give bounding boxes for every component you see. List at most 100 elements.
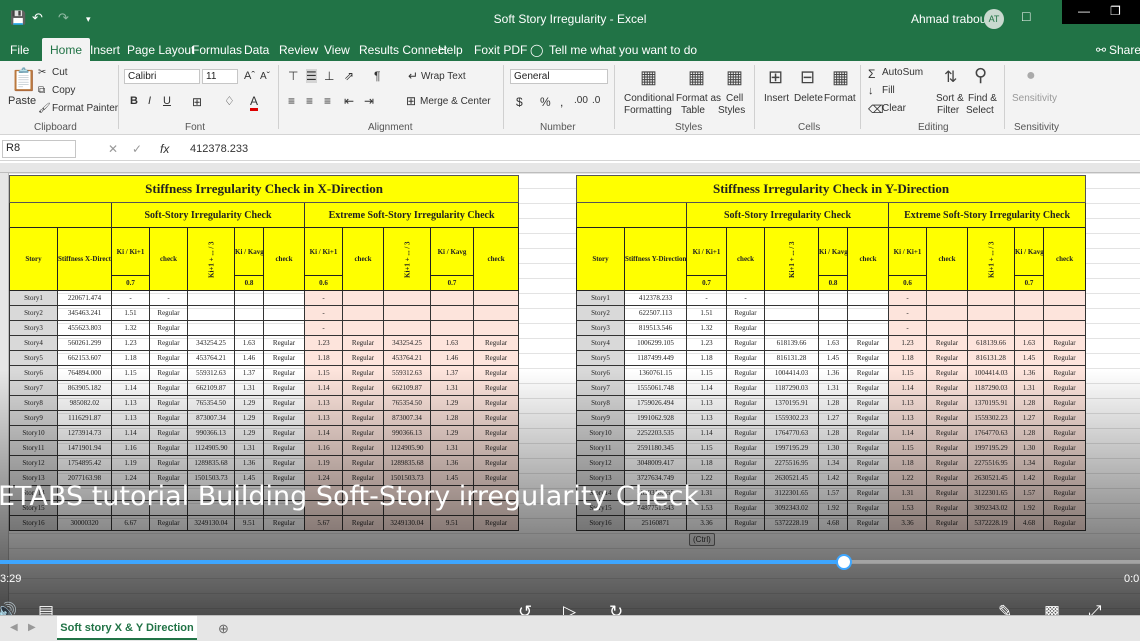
- data-cell[interactable]: -: [304, 305, 343, 321]
- data-cell[interactable]: [818, 305, 848, 321]
- data-cell[interactable]: Regular: [342, 410, 384, 426]
- data-cell[interactable]: Regular: [847, 455, 889, 471]
- data-cell[interactable]: 1.15: [888, 440, 927, 456]
- data-cell[interactable]: 1.36: [818, 365, 848, 381]
- data-cell[interactable]: Regular: [926, 395, 968, 411]
- data-cell[interactable]: [472, 320, 520, 336]
- data-cell[interactable]: 1.18: [686, 455, 727, 471]
- data-cell[interactable]: 1.57: [1014, 485, 1044, 501]
- data-cell[interactable]: 343254.25: [187, 335, 235, 351]
- data-cell[interactable]: 1.51: [111, 305, 150, 321]
- story-cell[interactable]: Story16: [576, 515, 625, 531]
- story-cell[interactable]: Story10: [576, 425, 625, 441]
- data-cell[interactable]: Regular: [472, 440, 520, 456]
- data-cell[interactable]: 30000320: [57, 515, 112, 531]
- sensitivity-icon[interactable]: ●: [1026, 67, 1036, 85]
- data-cell[interactable]: Regular: [726, 380, 765, 396]
- data-cell[interactable]: 2591180.345: [624, 440, 687, 456]
- data-cell[interactable]: 5372228.19: [764, 515, 819, 531]
- data-cell[interactable]: Regular: [263, 425, 305, 441]
- data-cell[interactable]: 2630521.45: [764, 470, 819, 486]
- data-cell[interactable]: Regular: [1042, 380, 1087, 396]
- rtl-icon[interactable]: ¶: [374, 69, 380, 83]
- align-middle-icon[interactable]: ☰: [306, 69, 317, 83]
- data-cell[interactable]: [818, 320, 848, 336]
- data-cell[interactable]: 1.31: [818, 380, 848, 396]
- data-cell[interactable]: 1.13: [111, 395, 150, 411]
- data-cell[interactable]: Regular: [926, 455, 968, 471]
- data-cell[interactable]: 1370195.91: [967, 395, 1015, 411]
- next-sheet-icon[interactable]: ▶: [28, 622, 36, 633]
- data-cell[interactable]: 1.51: [686, 305, 727, 321]
- wrap-text-button[interactable]: Wrap Text: [421, 71, 466, 82]
- story-cell[interactable]: Story12: [9, 455, 58, 471]
- data-cell[interactable]: [847, 320, 889, 336]
- insert-cells-icon[interactable]: ⊞: [768, 67, 783, 88]
- data-cell[interactable]: 1.16: [304, 440, 343, 456]
- data-cell[interactable]: 1.31: [234, 380, 264, 396]
- data-cell[interactable]: [1042, 320, 1087, 336]
- data-cell[interactable]: 1.23: [686, 335, 727, 351]
- data-cell[interactable]: 1.29: [430, 425, 474, 441]
- data-cell[interactable]: 1.15: [686, 440, 727, 456]
- data-cell[interactable]: Regular: [726, 470, 765, 486]
- story-cell[interactable]: Story6: [576, 365, 625, 381]
- data-cell[interactable]: 1.13: [304, 395, 343, 411]
- font-size-select[interactable]: 11: [202, 69, 238, 84]
- cell-styles-button[interactable]: Cell: [726, 93, 743, 104]
- fill-button[interactable]: Fill: [882, 85, 895, 96]
- data-cell[interactable]: 1.18: [686, 350, 727, 366]
- data-cell[interactable]: -: [888, 320, 927, 336]
- data-cell[interactable]: 662109.87: [187, 380, 235, 396]
- data-cell[interactable]: 985082.02: [57, 395, 112, 411]
- data-cell[interactable]: 1.53: [888, 500, 927, 516]
- data-cell[interactable]: [234, 305, 264, 321]
- data-cell[interactable]: 5372228.19: [967, 515, 1015, 531]
- delete-cells-icon[interactable]: ⊟: [800, 67, 815, 88]
- tab-data[interactable]: Data: [244, 43, 269, 57]
- delete-cells-button[interactable]: Delete: [794, 93, 823, 104]
- data-cell[interactable]: Regular: [1042, 485, 1087, 501]
- data-cell[interactable]: Regular: [1042, 515, 1087, 531]
- data-cell[interactable]: 1471901.94: [57, 440, 112, 456]
- data-cell[interactable]: 455623.803: [57, 320, 112, 336]
- data-cell[interactable]: [342, 320, 384, 336]
- story-cell[interactable]: Story10: [9, 425, 58, 441]
- data-cell[interactable]: Regular: [1042, 335, 1087, 351]
- data-cell[interactable]: 819513.546: [624, 320, 687, 336]
- data-cell[interactable]: 1.57: [818, 485, 848, 501]
- data-cell[interactable]: 1.23: [888, 335, 927, 351]
- data-cell[interactable]: Regular: [342, 335, 384, 351]
- copy-button[interactable]: Copy: [52, 85, 75, 96]
- data-cell[interactable]: 990366.13: [383, 425, 431, 441]
- data-cell[interactable]: 1754895.42: [57, 455, 112, 471]
- currency-icon[interactable]: $: [516, 95, 523, 109]
- tab-formulas[interactable]: Formulas: [192, 43, 242, 57]
- data-cell[interactable]: Regular: [847, 515, 889, 531]
- data-cell[interactable]: 2630521.45: [967, 470, 1015, 486]
- data-cell[interactable]: 1759026.494: [624, 395, 687, 411]
- data-cell[interactable]: [967, 320, 1015, 336]
- data-cell[interactable]: 1.13: [304, 410, 343, 426]
- story-cell[interactable]: Story7: [576, 380, 625, 396]
- data-cell[interactable]: 1991062.928: [624, 410, 687, 426]
- story-cell[interactable]: Story4: [9, 335, 58, 351]
- fill-icon[interactable]: ↓: [868, 85, 874, 97]
- increase-decimal-icon[interactable]: .00: [574, 95, 588, 106]
- data-cell[interactable]: Regular: [263, 440, 305, 456]
- data-cell[interactable]: [967, 290, 1015, 306]
- data-cell[interactable]: [472, 305, 520, 321]
- data-cell[interactable]: 2252203.535: [624, 425, 687, 441]
- data-cell[interactable]: 1.14: [888, 380, 927, 396]
- data-cell[interactable]: Regular: [472, 350, 520, 366]
- merge-center-button[interactable]: Merge & Center: [420, 96, 491, 107]
- data-cell[interactable]: [263, 320, 305, 336]
- data-cell[interactable]: Regular: [149, 305, 188, 321]
- data-cell[interactable]: [234, 320, 264, 336]
- data-cell[interactable]: 1289835.68: [383, 455, 431, 471]
- data-cell[interactable]: 559312.63: [187, 365, 235, 381]
- data-cell[interactable]: 2275516.95: [967, 455, 1015, 471]
- data-cell[interactable]: 559312.63: [383, 365, 431, 381]
- data-cell[interactable]: 1.32: [111, 320, 150, 336]
- italic-icon[interactable]: I: [148, 95, 151, 107]
